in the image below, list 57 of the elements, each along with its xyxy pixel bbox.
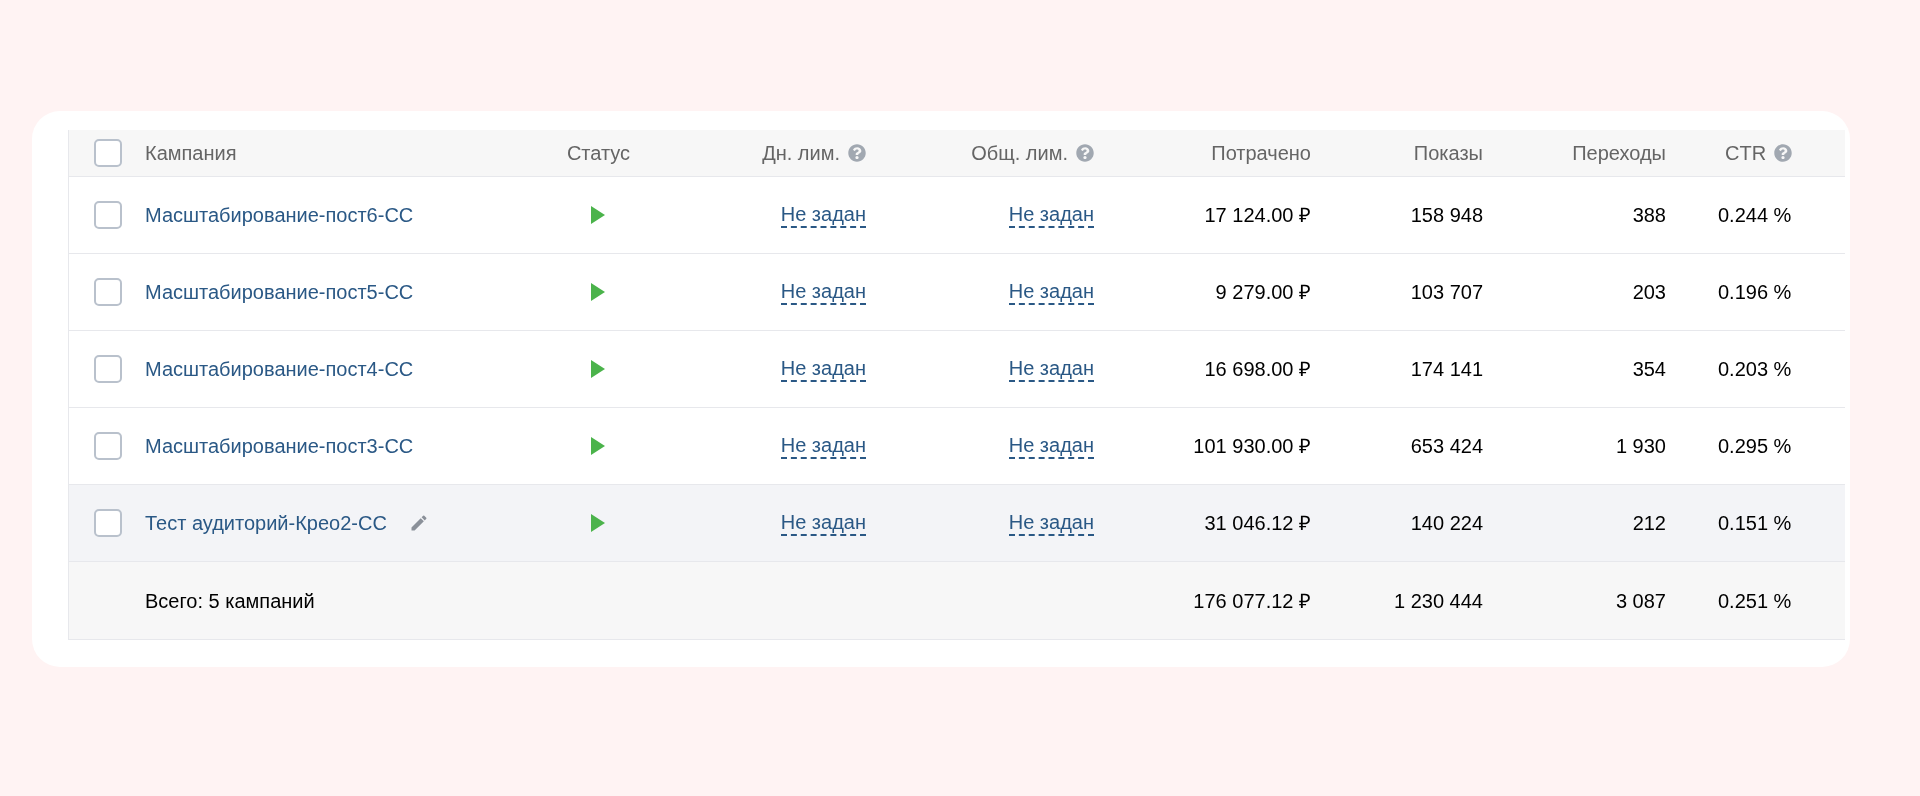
impressions-cell-text: 158 948 (1410, 203, 1483, 228)
clicks-cell-text: 1 930 (1615, 434, 1666, 459)
ctr-cell-text: 0.151 % (1718, 511, 1792, 536)
column-header: Дн. лим. (762, 141, 840, 166)
campaign-link[interactable]: Масштабирование-пост5-СС (145, 277, 414, 307)
checkbox[interactable] (94, 278, 122, 306)
limit-link[interactable]: Не задан (1008, 510, 1094, 536)
campaign-link[interactable]: Масштабирование-пост3-СС (145, 431, 414, 461)
ctr-cell-text: 0.203 % (1718, 357, 1792, 382)
spent-cell-text: 16 698.00 ₽ (1204, 357, 1311, 382)
spent-cell-text: 101 930.00 ₽ (1193, 434, 1311, 459)
column-header: Кампания (145, 141, 237, 166)
total-spent: 176 077.12 ₽ (1193, 588, 1311, 614)
clicks-cell-text: 354 (1632, 357, 1666, 382)
help-icon[interactable] (1774, 144, 1793, 162)
limit-link[interactable]: Не задан (780, 510, 866, 536)
checkbox[interactable] (94, 355, 122, 383)
spent-cell-text: 9 279.00 ₽ (1215, 280, 1311, 305)
limit-link[interactable]: Не задан (1008, 356, 1094, 382)
ctr-cell-text: 0.295 % (1718, 434, 1792, 459)
clicks-cell-text: 212 (1632, 511, 1666, 536)
checkbox[interactable] (94, 139, 122, 167)
help-icon[interactable] (1076, 144, 1094, 162)
checkbox[interactable] (94, 201, 122, 229)
spent-cell-text: 31 046.12 ₽ (1204, 511, 1311, 536)
limit-link[interactable]: Не задан (1008, 279, 1094, 305)
impressions-cell-text: 174 141 (1410, 357, 1483, 382)
limit-link[interactable]: Не задан (780, 202, 866, 228)
ctr-cell-text: 0.196 % (1718, 280, 1792, 305)
impressions-cell-text: 653 424 (1410, 434, 1483, 459)
limit-link[interactable]: Не задан (780, 433, 866, 459)
limit-link[interactable]: Не задан (1008, 202, 1094, 228)
help-icon[interactable] (848, 144, 866, 162)
limit-link[interactable]: Не задан (780, 356, 866, 382)
impressions-cell-text: 103 707 (1410, 280, 1483, 305)
spent-cell-text: 17 124.00 ₽ (1204, 203, 1311, 228)
clicks-cell-text: 388 (1632, 203, 1666, 228)
total-clicks: 3 087 (1615, 588, 1666, 614)
checkbox[interactable] (94, 432, 122, 460)
column-header: Переходы (1572, 141, 1666, 166)
campaign-link[interactable]: Масштабирование-пост4-СС (145, 354, 414, 384)
column-header: Показы (1413, 141, 1483, 166)
column-header: Статус (566, 141, 631, 166)
campaign-link[interactable]: Масштабирование-пост6-СС (145, 200, 414, 230)
column-header: CTR (1725, 141, 1767, 166)
limit-link[interactable]: Не задан (780, 279, 866, 305)
ctr-cell-text: 0.244 % (1718, 203, 1792, 228)
clicks-cell-text: 203 (1632, 280, 1666, 305)
total-ctr: 0.251 % (1718, 588, 1792, 614)
campaign-link[interactable]: Тест аудиторий-Крео2-СС (145, 508, 387, 538)
limit-link[interactable]: Не задан (1008, 433, 1094, 459)
impressions-cell-text: 140 224 (1410, 511, 1483, 536)
column-header: Общ. лим. (971, 141, 1068, 166)
total-label: Всего: 5 кампаний (145, 588, 315, 614)
checkbox[interactable] (94, 509, 122, 537)
column-header: Потрачено (1211, 141, 1311, 166)
total-impressions: 1 230 444 (1394, 588, 1483, 614)
